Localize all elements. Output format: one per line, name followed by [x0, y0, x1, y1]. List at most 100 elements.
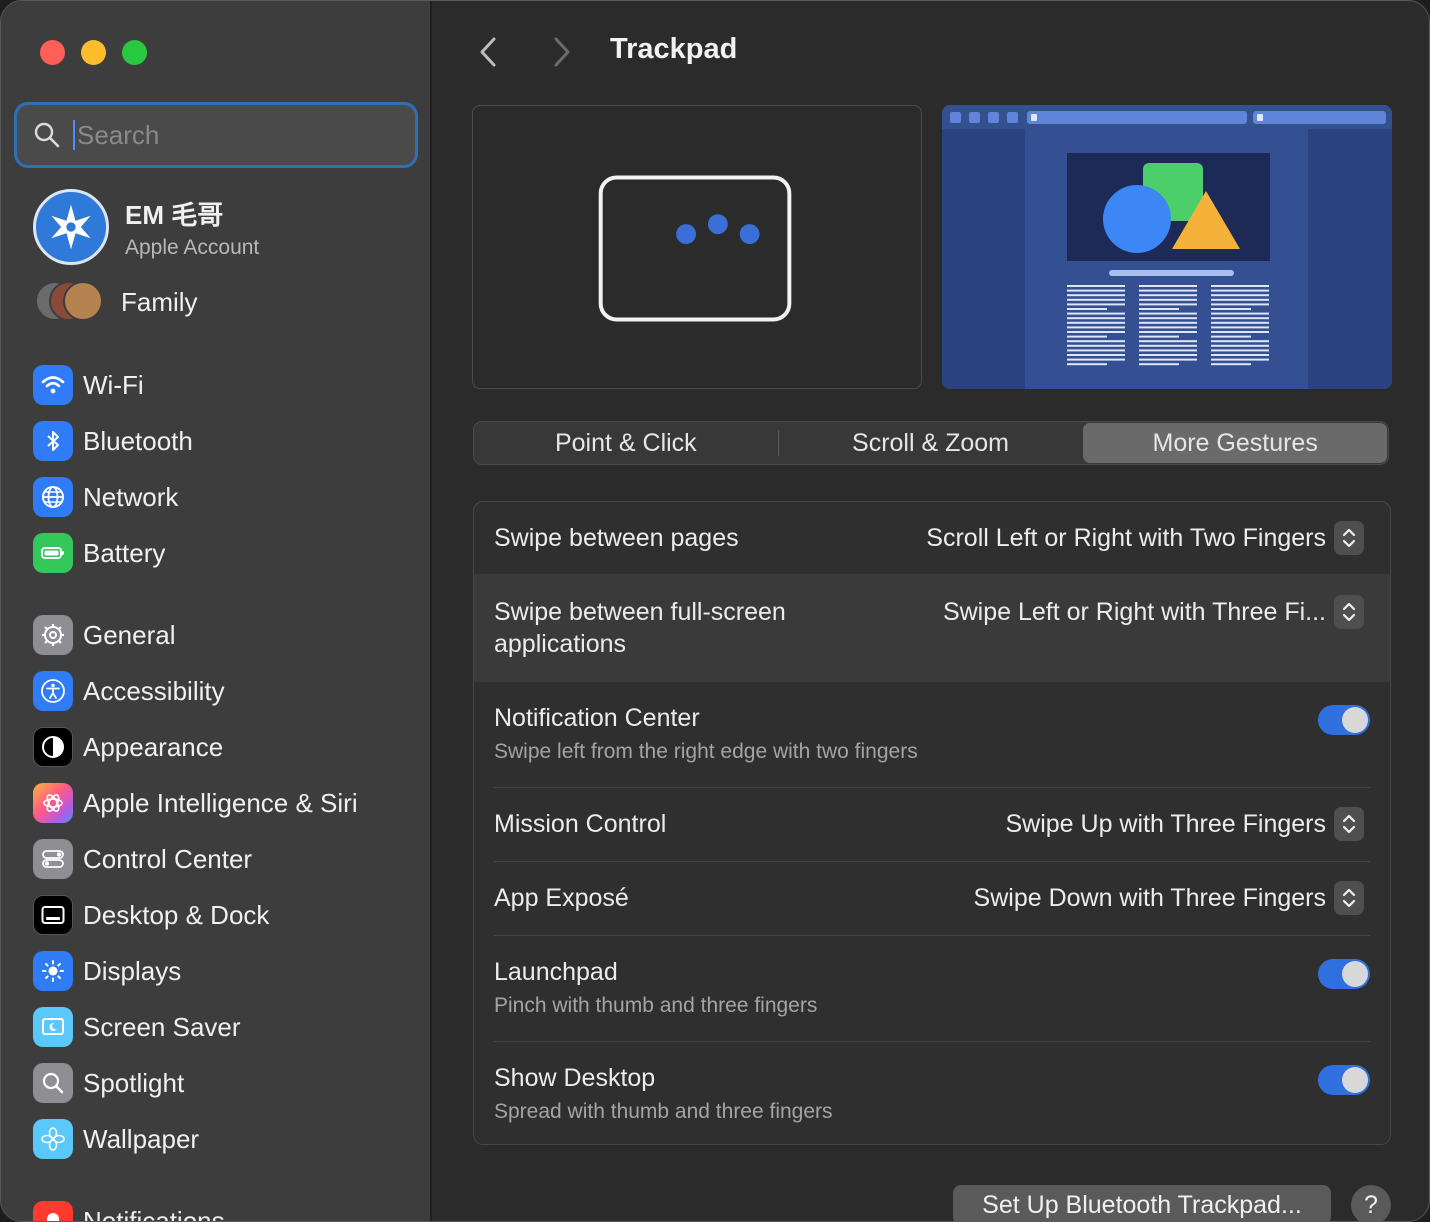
gesture-popup[interactable]: Scroll Left or Right with Two Fingers — [926, 521, 1364, 555]
desktop-illustration-icon — [942, 105, 1392, 389]
screen-saver-icon — [33, 1007, 73, 1047]
sidebar-item-label: Appearance — [83, 731, 224, 762]
sidebar-item-label: Wi-Fi — [83, 369, 144, 400]
sidebar-item-displays[interactable]: Displays — [33, 950, 181, 992]
gesture-popup-value: Swipe Up with Three Fingers — [1005, 809, 1326, 838]
dock-icon — [33, 895, 73, 935]
gesture-label: App Exposé — [494, 884, 629, 912]
search-field[interactable] — [14, 102, 418, 168]
sidebar-item-wifi[interactable]: Wi-Fi — [33, 364, 144, 406]
sidebar-item-control-center[interactable]: Control Center — [33, 838, 252, 880]
sidebar-item-label: Screen Saver — [83, 1011, 241, 1042]
up-down-chevron-icon — [1334, 881, 1364, 915]
sidebar-item-label: Network — [83, 481, 179, 512]
chevron-left-icon — [480, 37, 496, 67]
sidebar-item-label: Apple Intelligence & Siri — [83, 787, 358, 818]
gesture-row-notification-center: Notification Center Swipe left from the … — [474, 682, 1390, 787]
sidebar-item-label: Notifications — [83, 1205, 225, 1222]
toggle-knob — [1342, 707, 1368, 733]
accessibility-icon — [33, 671, 73, 711]
toggle-knob — [1342, 1067, 1368, 1093]
tab-scroll-zoom[interactable]: Scroll & Zoom — [779, 422, 1083, 464]
gesture-popup-value: Swipe Down with Three Fingers — [973, 883, 1326, 912]
notification-center-toggle[interactable] — [1318, 705, 1370, 735]
show-desktop-toggle[interactable] — [1318, 1065, 1370, 1095]
sidebar-item-screen-saver[interactable]: Screen Saver — [33, 1006, 241, 1048]
trackpad-illustration-icon — [598, 175, 792, 322]
flower-icon — [33, 1119, 73, 1159]
sidebar-item-battery[interactable]: Battery — [33, 532, 165, 574]
gestures-list: Swipe between pages Scroll Left or Right… — [473, 501, 1391, 1145]
gesture-label: Mission Control — [494, 810, 667, 838]
help-button[interactable]: ? — [1351, 1185, 1391, 1221]
gesture-popup[interactable]: Swipe Down with Three Fingers — [974, 881, 1364, 915]
close-button[interactable] — [40, 40, 65, 65]
sidebar-item-desktop-dock[interactable]: Desktop & Dock — [33, 894, 269, 936]
gesture-label: Swipe between pages — [494, 524, 739, 552]
sidebar-item-label: Battery — [83, 537, 166, 568]
gesture-row-launchpad: Launchpad Pinch with thumb and three fin… — [474, 936, 1390, 1041]
account-subtitle: Apple Account — [125, 235, 260, 259]
gesture-label: Launchpad — [494, 958, 618, 986]
wifi-icon — [33, 365, 73, 405]
tab-bar: Point & Click Scroll & Zoom More Gesture… — [473, 421, 1389, 465]
up-down-chevron-icon — [1334, 595, 1364, 629]
setup-bluetooth-trackpad-button[interactable]: Set Up Bluetooth Trackpad... — [953, 1185, 1331, 1221]
tab-point-click[interactable]: Point & Click — [474, 422, 778, 464]
gesture-preview-screen — [942, 105, 1392, 389]
back-button[interactable] — [474, 35, 504, 69]
account-avatar-icon — [33, 189, 109, 265]
apple-account-item[interactable]: EM 毛哥 Apple Account — [33, 189, 259, 265]
up-down-chevron-icon — [1334, 521, 1364, 555]
sidebar-item-wallpaper[interactable]: Wallpaper — [33, 1118, 199, 1160]
sidebar-item-label: Accessibility — [83, 675, 225, 706]
zoom-button[interactable] — [122, 40, 147, 65]
family-item[interactable]: Family — [35, 281, 198, 323]
main-pane: Trackpad Point & Click Scroll & Zoom Mor… — [434, 1, 1429, 1221]
sidebar-item-label: Bluetooth — [83, 425, 193, 456]
gesture-label: Show Desktop — [494, 1064, 656, 1092]
gesture-popup-value: Swipe Left or Right with Three Fi... — [942, 597, 1326, 626]
gear-icon — [33, 615, 73, 655]
sidebar-item-label: Control Center — [83, 843, 253, 874]
settings-window: EM 毛哥 Apple Account Family Wi-Fi Bluetoo… — [0, 0, 1430, 1222]
search-input[interactable] — [77, 119, 377, 151]
search-icon — [34, 122, 60, 148]
sidebar-item-label: Desktop & Dock — [83, 899, 270, 930]
gesture-label: Notification Center — [494, 704, 700, 732]
family-avatars — [35, 281, 105, 323]
gesture-row-show-desktop: Show Desktop Spread with thumb and three… — [474, 1042, 1390, 1144]
sidebar-item-label: Displays — [83, 955, 182, 986]
sun-icon — [33, 951, 73, 991]
sidebar-item-bluetooth[interactable]: Bluetooth — [33, 420, 193, 462]
gesture-popup[interactable]: Swipe Up with Three Fingers — [1005, 807, 1364, 841]
forward-button[interactable] — [546, 35, 576, 69]
globe-icon — [33, 477, 73, 517]
sidebar-item-general[interactable]: General — [33, 614, 176, 656]
tab-more-gestures[interactable]: More Gestures — [1083, 423, 1388, 463]
launchpad-toggle[interactable] — [1318, 959, 1370, 989]
gesture-row-swipe-fullscreen: Swipe between full-screen applications S… — [474, 574, 1390, 682]
sidebar-item-label: Wallpaper — [83, 1123, 200, 1154]
sidebar-item-apple-intelligence-siri[interactable]: Apple Intelligence & Siri — [33, 782, 358, 824]
sidebar-item-spotlight[interactable]: Spotlight — [33, 1062, 184, 1104]
minimize-button[interactable] — [81, 40, 106, 65]
toggle-knob — [1342, 961, 1368, 987]
gesture-row-app-expose: App Exposé Swipe Down with Three Fingers — [474, 862, 1390, 935]
gesture-row-mission-control: Mission Control Swipe Up with Three Fing… — [474, 788, 1390, 861]
battery-icon — [33, 533, 73, 573]
control-center-icon — [33, 839, 73, 879]
appearance-icon — [33, 727, 73, 767]
account-name: EM 毛哥 — [125, 199, 224, 230]
sidebar-item-accessibility[interactable]: Accessibility — [33, 670, 225, 712]
sidebar-item-notifications[interactable]: Notifications — [33, 1200, 225, 1222]
sidebar-item-appearance[interactable]: Appearance — [33, 726, 223, 768]
sidebar-item-network[interactable]: Network — [33, 476, 178, 518]
gesture-popup[interactable]: Swipe Left or Right with Three Fi... — [943, 595, 1364, 629]
gesture-description: Swipe left from the right edge with two … — [494, 740, 918, 763]
sidebar-item-label: General — [83, 619, 176, 650]
chevron-right-icon — [554, 37, 570, 67]
magnifier-icon — [33, 1063, 73, 1103]
gesture-row-swipe-pages: Swipe between pages Scroll Left or Right… — [474, 502, 1390, 574]
siri-icon — [33, 783, 73, 823]
